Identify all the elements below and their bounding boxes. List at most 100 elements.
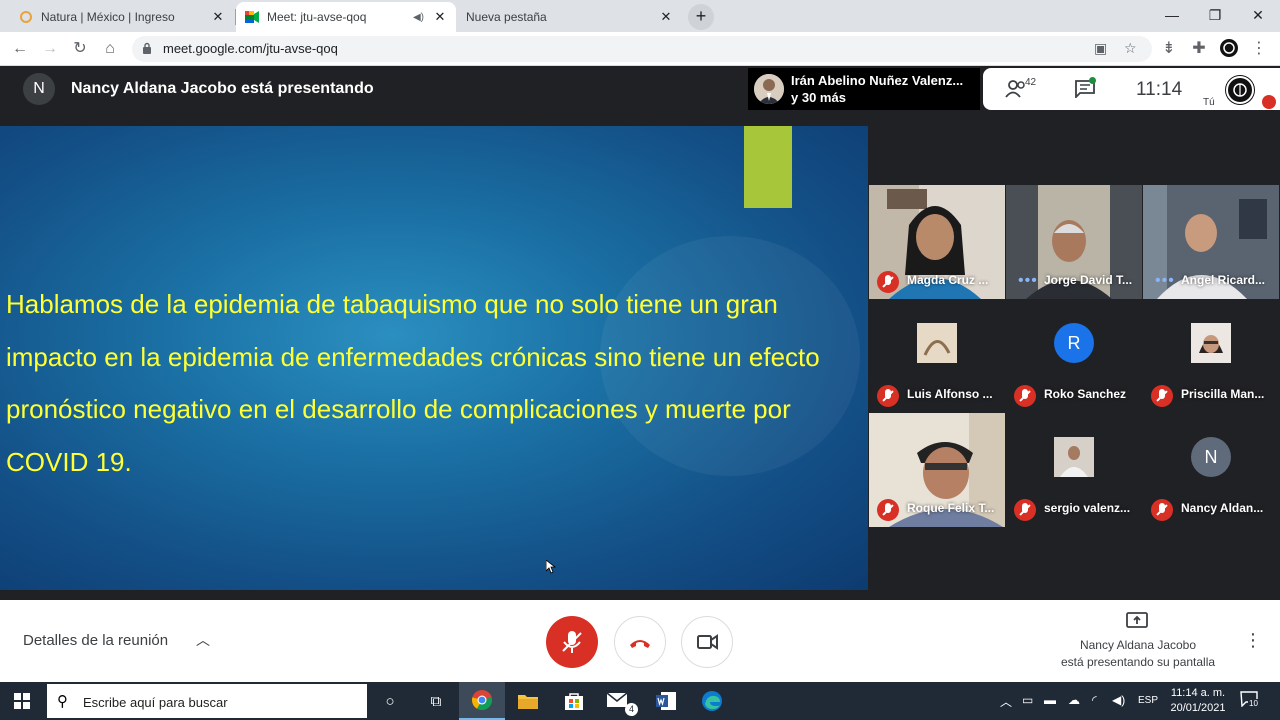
participant-name: Luis Alfonso ... xyxy=(907,387,993,401)
search-icon: ⚲ xyxy=(57,693,68,710)
participant-avatar xyxy=(917,323,957,363)
participant-name: Angel Ricard... xyxy=(1181,273,1266,287)
mic-off-icon xyxy=(562,631,582,653)
presenting-line-2: está presentando su pantalla xyxy=(1060,655,1216,669)
more-options-icon[interactable]: ⋮ xyxy=(1244,630,1262,651)
url-text: meet.google.com/jtu-avse-qoq xyxy=(163,41,338,56)
audio-playing-icon[interactable]: ◀) xyxy=(413,12,424,23)
muted-mic-icon xyxy=(877,499,899,521)
system-date: 20/01/2021 xyxy=(1170,702,1226,714)
muted-mic-icon xyxy=(877,271,899,293)
active-speaker-card[interactable]: Irán Abelino Nuñez Valenz... y 30 más xyxy=(748,68,980,110)
tab-title: Natura | México | Ingreso xyxy=(41,10,175,24)
browser-toolbar: ← → ↻ ⌂ meet.google.com/jtu-avse-qoq ▣ ☆… xyxy=(0,32,1280,66)
restore-window-icon[interactable]: ❐ xyxy=(1195,4,1235,26)
extensions-puzzle-icon[interactable]: ✚ xyxy=(1188,38,1210,60)
store-icon[interactable] xyxy=(551,682,597,720)
profile-avatar-icon[interactable] xyxy=(1218,38,1240,60)
participant-name: Roko Sanchez xyxy=(1044,387,1127,401)
mail-icon[interactable]: 4 xyxy=(597,682,643,720)
tab-close-icon[interactable]: ✕ xyxy=(658,9,674,25)
tray-overflow-icon[interactable]: ︿ xyxy=(1000,693,1012,710)
muted-mic-icon xyxy=(877,385,899,407)
tab-meet[interactable]: Meet: jtu-avse-qoq ◀) ✕ xyxy=(236,2,456,32)
presenter-avatar: N xyxy=(23,73,55,105)
self-muted-mic-icon xyxy=(1262,95,1276,109)
participant-name: Magda Cruz ... xyxy=(907,273,989,287)
forward-icon[interactable]: → xyxy=(39,38,61,60)
participant-name: Priscilla Man... xyxy=(1181,387,1265,401)
system-time: 11:14 a. m. xyxy=(1170,687,1226,699)
participant-name: Roque Felix T... xyxy=(907,501,995,515)
participant-avatar: R xyxy=(1054,323,1094,363)
participant-tile[interactable]: ••• Angel Ricard... xyxy=(1143,185,1279,299)
speaking-indicator-icon: ••• xyxy=(1018,272,1038,289)
close-window-icon[interactable]: ✕ xyxy=(1238,4,1278,26)
people-icon[interactable] xyxy=(1005,79,1027,99)
chevron-up-icon[interactable]: ︿ xyxy=(196,630,210,650)
self-avatar[interactable] xyxy=(1226,76,1254,104)
meet-tray-icon[interactable]: ▭ xyxy=(1022,693,1033,707)
system-clock[interactable]: 11:14 a. m. 20/01/2021 xyxy=(1168,686,1228,716)
shared-presentation: Hablamos de la epidemia de tabaquismo qu… xyxy=(0,126,868,590)
back-icon[interactable]: ← xyxy=(9,38,31,60)
muted-mic-icon xyxy=(1014,385,1036,407)
participant-tile[interactable]: R Roko Sanchez xyxy=(1006,299,1142,413)
wifi-icon[interactable]: ◜ xyxy=(1092,693,1097,707)
muted-mic-icon xyxy=(1151,499,1173,521)
meeting-clock: 11:14 xyxy=(1136,79,1183,100)
reload-icon[interactable]: ↻ xyxy=(69,38,91,60)
taskbar-search-box[interactable]: ⚲ Escribe aquí para buscar xyxy=(47,684,367,718)
tab-natura[interactable]: Natura | México | Ingreso ✕ xyxy=(10,2,234,32)
search-placeholder: Escribe aquí para buscar xyxy=(83,695,228,710)
meet-header-actions: 42 11:14 Tú xyxy=(983,68,1280,110)
camera-toggle-button[interactable] xyxy=(681,616,733,668)
tab-title: Meet: jtu-avse-qoq xyxy=(267,10,367,24)
chrome-taskbar-icon[interactable] xyxy=(459,682,505,720)
mouse-cursor-icon xyxy=(546,560,556,574)
word-icon[interactable] xyxy=(643,682,689,720)
participant-tile[interactable]: Roque Felix T... xyxy=(869,413,1005,527)
battery-icon[interactable]: ▬ xyxy=(1044,693,1056,707)
file-explorer-icon[interactable] xyxy=(505,682,551,720)
camera-blocked-icon[interactable]: ▣ xyxy=(1094,40,1107,57)
volume-icon[interactable]: ◀) xyxy=(1112,693,1125,707)
microphone-toggle-button[interactable] xyxy=(546,616,598,668)
meeting-controls: Detalles de la reunión ︿ Nancy Aldana Ja… xyxy=(0,600,1280,682)
tab-new-tab[interactable]: Nueva pestaña ✕ xyxy=(458,2,682,32)
meet-favicon-icon xyxy=(244,9,260,25)
participant-tile[interactable]: sergio valenz... xyxy=(1006,413,1142,527)
edge-icon[interactable] xyxy=(689,682,735,720)
lock-icon xyxy=(143,42,151,54)
video-camera-icon xyxy=(697,634,718,650)
present-screen-icon[interactable] xyxy=(1126,612,1148,630)
extension-icon[interactable]: ⇟ xyxy=(1158,38,1180,60)
minimize-window-icon[interactable]: — xyxy=(1152,4,1192,26)
slide-text: Hablamos de la epidemia de tabaquismo qu… xyxy=(6,289,820,477)
participant-tile[interactable]: ••• Jorge David T... xyxy=(1006,185,1142,299)
participant-tile[interactable]: Priscilla Man... xyxy=(1143,299,1279,413)
cortana-icon[interactable]: ○ xyxy=(367,682,413,720)
muted-mic-icon xyxy=(1014,499,1036,521)
mail-badge: 4 xyxy=(625,703,638,716)
browser-menu-icon[interactable]: ⋮ xyxy=(1248,38,1270,60)
participant-tile[interactable]: Magda Cruz ... xyxy=(869,185,1005,299)
notification-center-icon[interactable]: 10 xyxy=(1240,691,1260,709)
participant-tile[interactable]: Luis Alfonso ... xyxy=(869,299,1005,413)
onedrive-icon[interactable]: ☁ xyxy=(1068,693,1080,707)
tab-close-icon[interactable]: ✕ xyxy=(210,9,226,25)
meeting-details-button[interactable]: Detalles de la reunión xyxy=(23,632,168,649)
windows-start-icon[interactable] xyxy=(14,693,30,709)
home-icon[interactable]: ⌂ xyxy=(99,38,121,60)
tab-close-icon[interactable]: ✕ xyxy=(432,9,448,25)
participant-name: Nancy Aldan... xyxy=(1181,501,1264,515)
participant-tile[interactable]: N Nancy Aldan... xyxy=(1143,413,1279,527)
new-tab-button[interactable]: + xyxy=(688,4,714,30)
task-view-icon[interactable]: ⧉ xyxy=(413,682,459,720)
bookmark-star-icon[interactable]: ☆ xyxy=(1124,40,1137,57)
hang-up-button[interactable] xyxy=(614,616,666,668)
participant-avatar xyxy=(1054,437,1094,477)
natura-favicon-icon xyxy=(18,9,34,25)
language-indicator[interactable]: ESP xyxy=(1138,695,1158,706)
address-bar[interactable]: meet.google.com/jtu-avse-qoq ▣ ☆ xyxy=(132,36,1152,62)
